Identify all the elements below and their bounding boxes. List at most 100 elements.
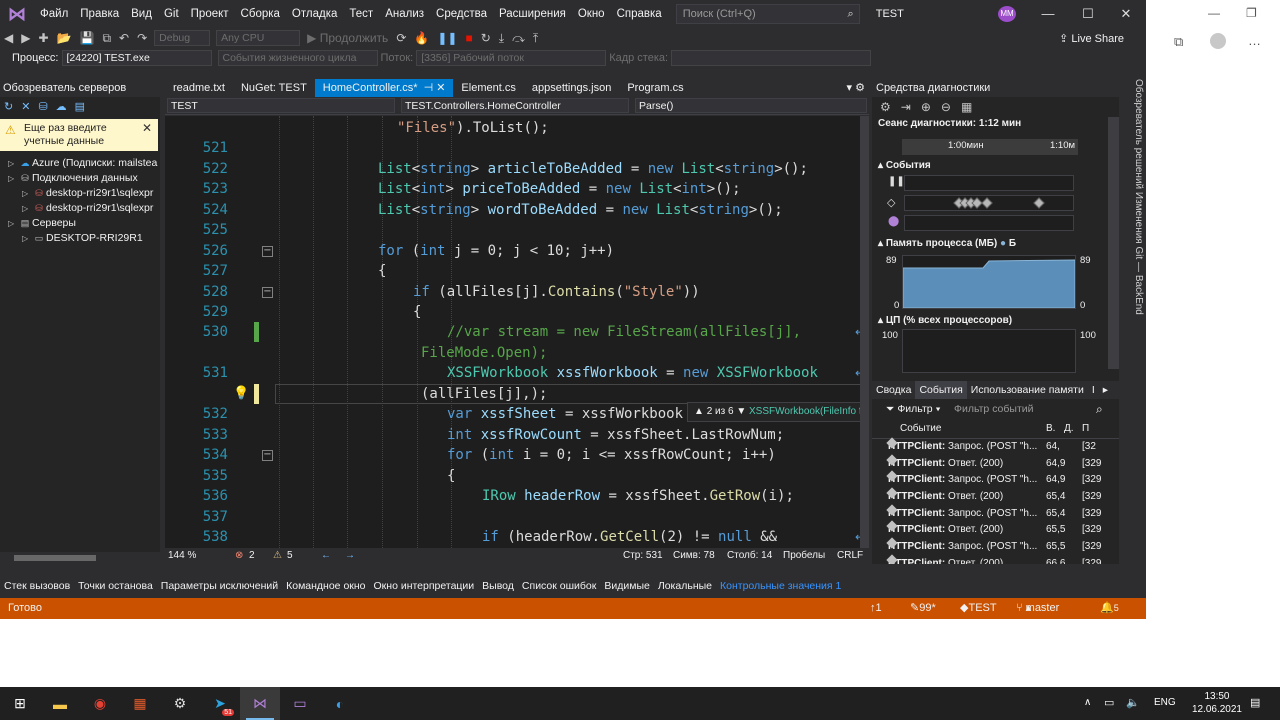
terminal-icon[interactable]: ▭ xyxy=(280,687,320,720)
diag-tab[interactable]: Использование памяти xyxy=(967,381,1088,399)
event-row[interactable]: HTTPClient: Запрос. (POST "h... 64,9 [329 xyxy=(872,470,1119,489)
live-share-button[interactable]: ⇪ Live Share xyxy=(1059,32,1124,45)
tab-homecontroller-cs-[interactable]: HomeController.cs* ⊣ ✕ xyxy=(314,79,454,97)
expand-icon[interactable]: ▷ xyxy=(8,171,18,186)
avatar[interactable]: MM xyxy=(998,6,1016,22)
side-tool-tabs[interactable]: Обозреватель решений Изменения Git — Bac… xyxy=(1124,79,1144,579)
tab-element-cs[interactable]: Element.cs xyxy=(453,79,523,97)
event-row[interactable]: HTTPClient: Ответ. (200) 65,4 [329 xyxy=(872,487,1119,506)
member-dropdown[interactable]: Parse() xyxy=(635,98,867,113)
volume-icon[interactable]: 🔈 xyxy=(1126,696,1140,709)
redo-icon[interactable]: ↷ xyxy=(133,31,151,45)
close-icon[interactable]: ✕ xyxy=(1106,0,1146,28)
network-icon[interactable]: ▭ xyxy=(1104,696,1114,709)
code-line[interactable]: 522 List<string> articleToBeAdded = new L… xyxy=(165,159,860,179)
code-line[interactable]: 536 IRow headerRow = xssfSheet.GetRow(i); xyxy=(165,486,860,506)
event-row[interactable]: HTTPClient: Запрос. (POST "h... 64, [32 xyxy=(872,437,1119,456)
error-icon[interactable]: ⊗ xyxy=(235,548,243,564)
search-input[interactable]: Поиск (Ctrl+Q) ⌕ xyxy=(675,4,860,24)
refresh-icon[interactable]: ↻ xyxy=(4,100,13,113)
code-line[interactable]: 527 { xyxy=(165,261,860,281)
tree-item[interactable]: ▷ ⛁ desktop-rri29r1\sqlexpr xyxy=(0,201,160,216)
tab-settings-icon[interactable]: ▾ ⚙ xyxy=(847,79,865,97)
select-tools-icon[interactable]: ⚙ xyxy=(880,100,891,114)
bottom-tab[interactable]: Вывод xyxy=(478,578,518,594)
restart-debug-icon[interactable]: ↻ xyxy=(477,31,495,45)
config-select[interactable]: Debug xyxy=(154,30,211,46)
col-thread[interactable]: П xyxy=(1082,419,1089,439)
event-marker[interactable] xyxy=(1033,197,1045,209)
windows-start-icon[interactable]: ⊞ xyxy=(0,687,40,720)
timeline-ruler[interactable]: 1:00мин 1:10м xyxy=(902,139,1078,155)
cpu-chart[interactable] xyxy=(902,329,1076,373)
expand-icon[interactable]: ▷ xyxy=(8,156,18,171)
new-project-icon[interactable]: ✚ xyxy=(34,31,52,45)
push-indicator[interactable]: ↑ 1 xyxy=(870,598,882,619)
warning-count[interactable]: 5 xyxy=(287,548,293,564)
menu-item[interactable]: Правка xyxy=(74,0,125,28)
repository-selector[interactable]: ◆ TEST xyxy=(960,598,997,619)
save-icon[interactable]: 💾 xyxy=(75,31,98,45)
diagnostics-scrollbar[interactable] xyxy=(1108,117,1119,369)
open-icon[interactable]: 📂 xyxy=(53,31,76,45)
col-duration[interactable]: Д. xyxy=(1064,419,1074,439)
bottom-tab[interactable]: Параметры исключений xyxy=(157,578,282,594)
continue-button[interactable]: ▶ Продолжить xyxy=(303,31,392,45)
steam-icon[interactable]: ⚙ xyxy=(160,687,200,720)
zoom-level[interactable]: 144 % xyxy=(168,548,196,564)
menu-item[interactable]: Сборка xyxy=(235,0,286,28)
pause-icon[interactable]: ❚❚ xyxy=(433,31,461,45)
process-select[interactable]: [24220] TEST.exe xyxy=(61,50,212,66)
add-server-icon[interactable]: ▤ xyxy=(75,100,85,113)
thread-select[interactable]: [3356] Рабочий поток xyxy=(416,50,607,66)
minimize-icon[interactable]: — xyxy=(1208,6,1220,20)
code-line[interactable]: (allFiles[j],); xyxy=(165,384,860,404)
export-icon[interactable]: ⇥ xyxy=(901,100,911,114)
menu-item[interactable]: Отладка xyxy=(286,0,343,28)
horizontal-scrollbar[interactable] xyxy=(0,552,160,564)
code-line[interactable]: 533 int xssfRowCount = xssfSheet.LastRowN… xyxy=(165,425,860,445)
tabs-scroll-right-icon[interactable]: ▸ xyxy=(1099,381,1112,399)
more-icon[interactable]: … xyxy=(1248,33,1261,48)
menu-item[interactable]: Тест xyxy=(343,0,379,28)
notification-center-icon[interactable]: ▤ xyxy=(1250,696,1260,709)
filter-button[interactable]: ⏷ Фильтр ▾ xyxy=(886,403,941,416)
bottom-tab[interactable]: Контрольные значения 1 xyxy=(716,578,845,594)
tree-item[interactable]: ▷ ☁ Azure (Подписки: mailstea xyxy=(0,156,160,171)
code-line[interactable]: 535 { xyxy=(165,466,860,486)
menu-item[interactable]: Окно xyxy=(572,0,611,28)
hot-reload-icon[interactable]: 🔥 xyxy=(410,31,433,45)
diag-tab[interactable]: События xyxy=(915,381,967,399)
connect-azure-icon[interactable]: ☁ xyxy=(56,100,67,113)
step-over-icon[interactable]: ⤼ xyxy=(508,31,529,46)
event-row[interactable]: HTTPClient: Ответ. (200) 66,6 [329 xyxy=(872,554,1119,564)
code-line[interactable]: 529 { xyxy=(165,302,860,322)
event-filter-input[interactable]: Фильтр событий xyxy=(954,403,1034,415)
menu-item[interactable]: Анализ xyxy=(379,0,430,28)
project-dropdown[interactable]: TEST xyxy=(167,98,395,113)
diag-tab[interactable]: I xyxy=(1088,381,1099,399)
col-event[interactable]: Событие xyxy=(900,419,941,439)
search-icon[interactable]: ⌕ xyxy=(1096,402,1103,417)
bottom-tab[interactable]: Командное окно xyxy=(282,578,369,594)
bottom-tab[interactable]: Окно интерпретации xyxy=(370,578,479,594)
col-time[interactable]: В. xyxy=(1046,419,1055,439)
edge-icon[interactable]: ◐ xyxy=(320,687,360,720)
profile-icon[interactable] xyxy=(1210,33,1226,49)
stack-frame-select[interactable] xyxy=(671,50,872,66)
code-editor[interactable]: − − − 💡 ▲ 2 из 6 ▼ XSSFWorkbook(FileInfo… xyxy=(165,116,860,548)
tab-nuget-test[interactable]: NuGet: TEST xyxy=(233,79,315,97)
prev-issue-icon[interactable]: ← xyxy=(321,548,331,564)
menu-item[interactable]: Git xyxy=(158,0,185,28)
back-icon[interactable]: ◀ xyxy=(0,31,17,45)
expand-icon[interactable]: ▷ xyxy=(22,186,32,201)
restore-icon[interactable]: ❐ xyxy=(1246,6,1257,20)
code-line[interactable]: 530 //var stream = new FileStream(allFile… xyxy=(165,322,860,342)
tree-item[interactable]: ▷ ▭ DESKTOP-RRI29R1 xyxy=(0,231,160,246)
menu-item[interactable]: Средства xyxy=(430,0,493,28)
next-issue-icon[interactable]: → xyxy=(345,548,355,564)
notifications-icon[interactable]: 🔔 5 xyxy=(1100,598,1119,619)
code-line[interactable]: 538if (headerRow.GetCell(2) != null &&↩ xyxy=(165,527,860,547)
bottom-tab[interactable]: Видимые xyxy=(600,578,653,594)
code-line[interactable]: "Files").ToList(); xyxy=(165,118,860,138)
